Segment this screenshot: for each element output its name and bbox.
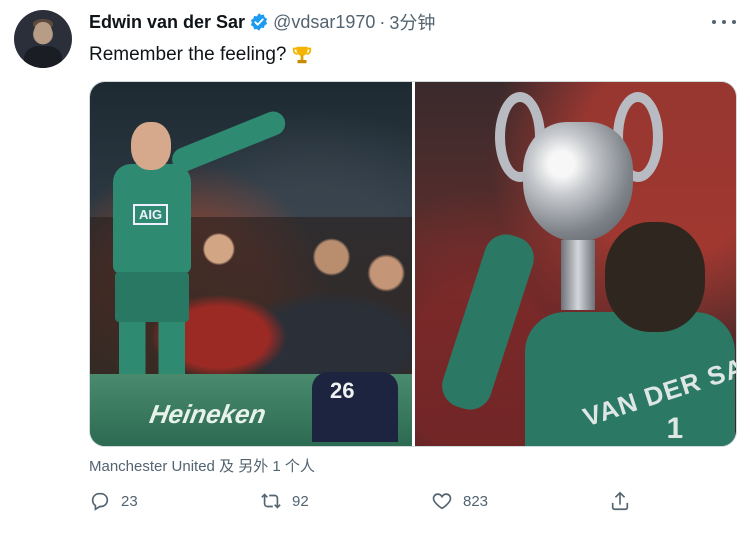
separator-dot: · — [379, 11, 386, 32]
author-name[interactable]: Edwin van der Sar — [89, 12, 245, 33]
tweet[interactable]: Edwin van der Sar @vdsar1970 · 3分钟 Remem… — [0, 0, 750, 537]
more-dot-icon — [722, 20, 726, 24]
verified-badge-icon — [250, 13, 268, 31]
reply-icon — [91, 492, 109, 511]
board-text: Heineken — [147, 399, 269, 429]
like-count: 823 — [463, 492, 489, 510]
retweet-button[interactable]: 92 — [260, 490, 309, 512]
raised-arm — [168, 107, 289, 176]
champions-league-trophy — [494, 92, 663, 312]
trophy-bowl — [522, 122, 633, 242]
reply-button[interactable]: 23 — [89, 490, 138, 512]
player-head — [131, 122, 171, 170]
player-number: 26 — [330, 378, 355, 403]
share-button[interactable] — [609, 490, 631, 512]
more-dot-icon — [712, 20, 716, 24]
kneeling-player: 26 — [312, 372, 398, 442]
tweet-header: Edwin van der Sar @vdsar1970 · 3分钟 — [89, 10, 435, 34]
heart-icon — [432, 493, 452, 510]
author-handle[interactable]: @vdsar1970 — [273, 12, 375, 33]
reply-count: 23 — [121, 492, 138, 510]
like-button[interactable]: 823 — [431, 490, 488, 512]
player-shorts — [115, 272, 189, 322]
retweet-icon — [261, 493, 281, 509]
shirt-sponsor: AIG — [133, 204, 169, 225]
avatar-body — [24, 46, 62, 68]
media-grid[interactable]: AIG Heineken 26 VAN DER SA 1 — [89, 81, 737, 447]
action-bar: 23 92 823 — [89, 486, 637, 516]
tweet-time[interactable]: 3分钟 — [389, 9, 435, 35]
trophy-icon — [292, 46, 311, 64]
trophy-stem — [560, 240, 595, 310]
retweet-count: 92 — [292, 492, 309, 510]
avatar-head — [34, 22, 52, 44]
photo-celebration[interactable]: AIG Heineken 26 — [90, 82, 412, 446]
avatar[interactable] — [14, 10, 72, 68]
tweet-body: Remember the feeling? — [89, 44, 287, 65]
tweet-text: Remember the feeling? — [89, 44, 313, 66]
shirt-number: 1 — [666, 412, 684, 445]
photo-trophy-kiss[interactable]: VAN DER SA 1 — [414, 82, 736, 446]
tagged-accounts-link[interactable]: Manchester United 及 另外 1 个人 — [89, 455, 315, 476]
more-options-button[interactable] — [712, 12, 736, 32]
more-dot-icon — [732, 20, 736, 24]
share-icon — [611, 491, 629, 511]
